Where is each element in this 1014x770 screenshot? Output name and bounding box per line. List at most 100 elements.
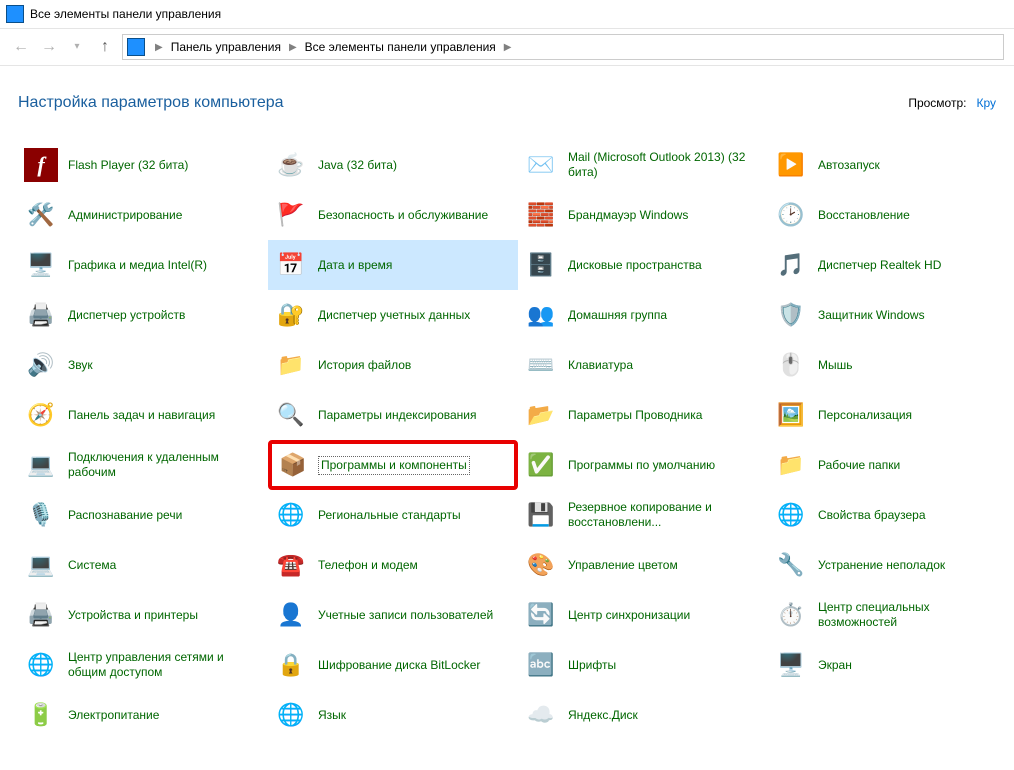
control-panel-item[interactable]: 🔒Шифрование диска BitLocker [268, 640, 518, 690]
control-panel-item-label: Графика и медиа Intel(R) [68, 258, 207, 273]
navbar: ← → ▾ ↑ ▶ Панель управления ▶ Все элемен… [0, 29, 1014, 66]
device-manager-icon: 🖨️ [24, 298, 58, 332]
backup-restore-icon: 💾 [524, 498, 558, 532]
control-panel-item[interactable]: fFlash Player (32 бита) [18, 140, 268, 190]
phone-modem-icon: ☎️ [274, 548, 308, 582]
control-panel-item-label: Диспетчер учетных данных [318, 308, 470, 323]
control-panel-item-label: Центр специальных возможностей [818, 600, 1003, 630]
control-panel-item-label: Mail (Microsoft Outlook 2013) (32 бита) [568, 150, 753, 180]
control-panel-item-label: Брандмауэр Windows [568, 208, 688, 223]
control-panel-item[interactable]: ✅Программы по умолчанию [518, 440, 768, 490]
mail-icon: ✉️ [524, 148, 558, 182]
control-panel-item[interactable]: 🔄Центр синхронизации [518, 590, 768, 640]
control-panel-item[interactable]: 🖨️Диспетчер устройств [18, 290, 268, 340]
intel-graphics-icon: 🖥️ [24, 248, 58, 282]
control-panel-item-label: Мышь [818, 358, 853, 373]
chevron-right-icon[interactable]: ▶ [502, 42, 514, 53]
defender-icon: 🛡️ [774, 298, 808, 332]
control-panel-item[interactable]: ⌨️Клавиатура [518, 340, 768, 390]
control-panel-item[interactable]: 🚩Безопасность и обслуживание [268, 190, 518, 240]
control-panel-item-label: Администрирование [68, 208, 182, 223]
control-panel-item-label: Устранение неполадок [818, 558, 945, 573]
control-panel-item[interactable]: 💻Система [18, 540, 268, 590]
titlebar: Все элементы панели управления [0, 0, 1014, 29]
control-panel-item[interactable]: 🛡️ Защитник Windows [768, 290, 1014, 340]
view-switch: Просмотр: Кру [908, 96, 996, 110]
control-panel-item[interactable]: 🌐Язык [268, 690, 518, 740]
control-panel-item-label: Параметры индексирования [318, 408, 476, 423]
control-panel-item[interactable]: 👤Учетные записи пользователей [268, 590, 518, 640]
breadcrumb-segment[interactable]: Все элементы панели управления [301, 35, 500, 59]
control-panel-item[interactable]: 🌐Свойства браузера [768, 490, 1014, 540]
control-panel-item-label: Управление цветом [568, 558, 678, 573]
control-panel-item[interactable]: 🕑 Восстановление [768, 190, 1014, 240]
control-panel-item[interactable]: 🌐Центр управления сетями и общим доступо… [18, 640, 268, 690]
control-panel-item-label: Защитник Windows [818, 308, 925, 323]
control-panel-item[interactable]: 🎙️Распознавание речи [18, 490, 268, 540]
control-panel-item[interactable]: 👥Домашняя группа [518, 290, 768, 340]
control-panel-item-label: Устройства и принтеры [68, 608, 198, 623]
realtek-icon: 🎵 [774, 248, 808, 282]
control-panel-item[interactable]: 🔋Электропитание [18, 690, 268, 740]
control-panel-item[interactable]: 🔤Шрифты [518, 640, 768, 690]
control-panel-item[interactable]: 📅Дата и время [268, 240, 518, 290]
chevron-right-icon[interactable]: ▶ [287, 42, 299, 53]
control-panel-item[interactable]: 🔊Звук [18, 340, 268, 390]
control-panel-item[interactable]: 🗄️Дисковые пространства [518, 240, 768, 290]
control-panel-item[interactable]: ☕Java (32 бита) [268, 140, 518, 190]
control-panel-item[interactable]: 📁Рабочие папки [768, 440, 1014, 490]
control-panel-item[interactable]: 🖥️ Графика и медиа Intel(R) [18, 240, 268, 290]
nav-up-button[interactable]: ↑ [94, 36, 116, 58]
control-panel-item-label: Восстановление [818, 208, 910, 223]
control-panel-item-label: Подключения к удаленным рабочим [68, 450, 253, 480]
control-panel-item[interactable]: 🖨️Устройства и принтеры [18, 590, 268, 640]
control-panel-icon [6, 5, 24, 23]
java-icon: ☕ [274, 148, 308, 182]
control-panel-item[interactable]: 🖼️Персонализация [768, 390, 1014, 440]
control-panel-item[interactable]: 📁История файлов [268, 340, 518, 390]
control-panel-item[interactable]: 🖱️Мышь [768, 340, 1014, 390]
control-panel-item-label: Шрифты [568, 658, 616, 673]
page-header: Настройка параметров компьютера Просмотр… [0, 66, 1014, 140]
recovery-icon: 🕑 [774, 198, 808, 232]
control-panel-item[interactable]: ✉️ Mail (Microsoft Outlook 2013) (32 бита… [518, 140, 768, 190]
control-panel-item-label: Панель задач и навигация [68, 408, 215, 423]
control-panel-item[interactable]: 🧭 Панель задач и навигация [18, 390, 268, 440]
address-bar[interactable]: ▶ Панель управления ▶ Все элементы панел… [122, 34, 1004, 60]
control-panel-item[interactable]: ⏱️Центр специальных возможностей [768, 590, 1014, 640]
remote-app-icon: 💻 [24, 448, 58, 482]
control-panel-item[interactable]: ☁️Яндекс.Диск [518, 690, 768, 740]
control-panel-item[interactable]: 🎨Управление цветом [518, 540, 768, 590]
nav-recent-dropdown[interactable]: ▾ [66, 36, 88, 58]
control-panel-item-label: Система [68, 558, 116, 573]
control-panel-item[interactable]: 🔍Параметры индексирования [268, 390, 518, 440]
view-label: Просмотр: [908, 96, 966, 110]
control-panel-item[interactable]: 🎵Диспетчер Realtek HD [768, 240, 1014, 290]
control-panel-item-label: Клавиатура [568, 358, 633, 373]
control-panel-item[interactable]: 🔧Устранение неполадок [768, 540, 1014, 590]
programs-features-icon: 📦 [276, 448, 310, 482]
control-panel-item[interactable]: 📦Программы и компоненты [268, 440, 518, 490]
date-time-icon: 📅 [274, 248, 308, 282]
control-panel-item[interactable]: ▶️Автозапуск [768, 140, 1014, 190]
taskbar-icon: 🧭 [24, 398, 58, 432]
control-panel-item-label: Безопасность и обслуживание [318, 208, 488, 223]
control-panel-item[interactable]: ☎️Телефон и модем [268, 540, 518, 590]
control-panel-item[interactable]: 🌐Региональные стандарты [268, 490, 518, 540]
control-panel-item[interactable]: 💻 Подключения к удаленным рабочим [18, 440, 268, 490]
admin-tools-icon: 🛠️ [24, 198, 58, 232]
control-panel-item[interactable]: 🧱Брандмауэр Windows [518, 190, 768, 240]
flash-icon: f [24, 148, 58, 182]
control-panel-item[interactable]: 🖥️Экран [768, 640, 1014, 690]
control-panel-item[interactable]: 📂Параметры Проводника [518, 390, 768, 440]
nav-back-button[interactable]: ← [10, 36, 32, 58]
autoplay-icon: ▶️ [774, 148, 808, 182]
control-panel-item-label: Домашняя группа [568, 308, 667, 323]
view-mode-link[interactable]: Кру [976, 96, 996, 110]
control-panel-item[interactable]: 💾Резервное копирование и восстановлени..… [518, 490, 768, 540]
chevron-right-icon[interactable]: ▶ [153, 42, 165, 53]
breadcrumb-segment[interactable]: Панель управления [167, 35, 285, 59]
control-panel-item[interactable]: 🔐Диспетчер учетных данных [268, 290, 518, 340]
control-panel-item[interactable]: 🛠️ Администрирование [18, 190, 268, 240]
nav-forward-button[interactable]: → [38, 36, 60, 58]
